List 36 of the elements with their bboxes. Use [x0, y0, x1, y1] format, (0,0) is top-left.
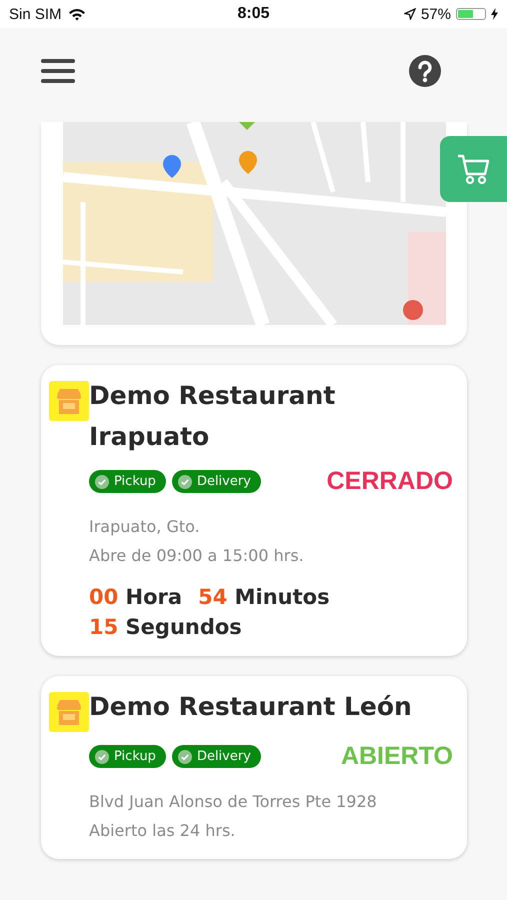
address: Irapuato, Gto. [89, 516, 201, 538]
carrier: Sin SIM [9, 6, 62, 22]
countdown-value: 54 [198, 585, 228, 609]
opening-hours: Abre de 09:00 a 15:00 hrs. [89, 545, 305, 567]
charging-bolt-icon [491, 8, 498, 20]
check-icon [178, 474, 192, 488]
restaurant-card[interactable]: Demo Restaurant León Pickup Delivery ABIERTO Blvd Juan Alonso de Torres Pte 1928 Abierto las 24 hrs. [41, 676, 467, 859]
battery-percent: 57% [420, 6, 451, 22]
clock: 8:05 [237, 5, 270, 23]
opening-hours: Abierto las 24 hrs. [89, 820, 236, 842]
restaurant-card[interactable]: Demo Restaurant Irapuato Pickup Delivery CERRADO Irapuato, Gto. Abre de 09:00 a 15:00 hrs. 00 Hora 54 Minutos 15 Segundos [41, 365, 467, 656]
countdown-unit: Hora [126, 585, 182, 609]
service-label: Pickup [114, 474, 156, 489]
cart-icon [456, 153, 490, 185]
countdown-value: 15 [89, 615, 118, 639]
store-icon [49, 381, 89, 421]
restaurant-name: Demo Restaurant Irapuato [89, 380, 336, 453]
wifi-icon [68, 8, 86, 20]
open-status: CERRADO [326, 467, 453, 496]
countdown-value: 00 [89, 585, 118, 609]
restaurant-name: Demo Restaurant León [89, 691, 412, 723]
service-label: Delivery [196, 749, 251, 764]
store-icon [49, 692, 89, 732]
menu-button[interactable] [41, 57, 75, 85]
address: Blvd Juan Alonso de Torres Pte 1928 [89, 791, 378, 813]
help-button[interactable] [409, 55, 441, 87]
service-label: Pickup [114, 749, 156, 764]
countdown-unit: Minutos [234, 585, 330, 609]
check-icon [178, 750, 192, 764]
battery-icon [456, 8, 486, 20]
countdown-unit: Segundos [126, 615, 242, 639]
open-status: ABIERTO [340, 742, 453, 771]
check-icon [95, 474, 109, 488]
location-arrow-icon [404, 8, 416, 20]
service-label: Delivery [196, 474, 251, 489]
check-icon [95, 750, 109, 764]
